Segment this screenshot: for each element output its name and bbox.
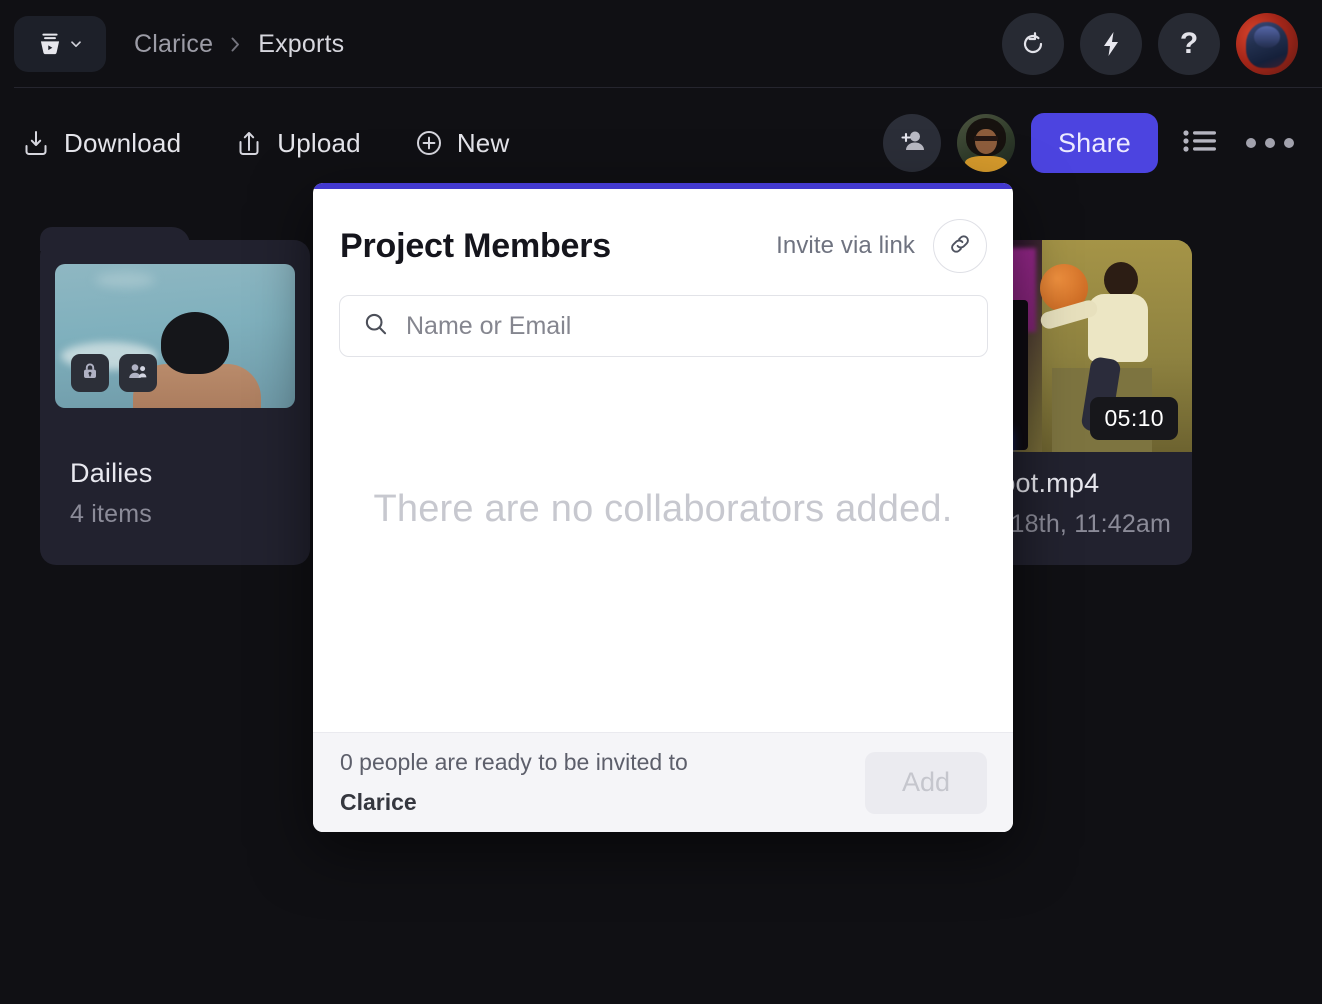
user-avatar[interactable] xyxy=(1236,13,1298,75)
add-person-icon xyxy=(897,126,927,161)
copy-link-button[interactable] xyxy=(933,219,987,273)
breadcrumb-current[interactable]: Exports xyxy=(258,30,344,59)
app-logo-icon xyxy=(37,31,63,57)
add-button[interactable]: Add xyxy=(865,752,987,814)
link-icon xyxy=(947,231,973,262)
action-toolbar: Download Upload New xyxy=(0,88,1322,198)
lock-icon xyxy=(80,361,100,386)
project-members-modal: Project Members Invite via link xyxy=(313,183,1013,832)
toolbar-right-actions: Share xyxy=(883,113,1298,173)
download-button[interactable]: Download xyxy=(22,128,181,159)
download-icon xyxy=(22,129,50,157)
search-box[interactable] xyxy=(339,295,988,357)
avatar-glasses xyxy=(974,136,998,141)
upload-icon xyxy=(235,129,263,157)
video-duration-badge: 05:10 xyxy=(1090,397,1178,440)
quick-actions-button[interactable] xyxy=(1080,13,1142,75)
list-view-icon xyxy=(1182,126,1218,161)
search-input[interactable] xyxy=(406,312,965,341)
more-options-button[interactable] xyxy=(1242,128,1298,158)
member-avatar[interactable] xyxy=(957,114,1015,172)
upload-label: Upload xyxy=(277,128,361,159)
top-bar: Clarice Exports xyxy=(0,0,1322,88)
folder-thumbnail xyxy=(55,264,295,408)
modal-header: Project Members Invite via link xyxy=(313,189,1013,273)
people-icon xyxy=(127,361,149,386)
breadcrumb-separator-icon xyxy=(229,35,242,54)
thumb-subject-head xyxy=(161,312,229,374)
add-person-button[interactable] xyxy=(883,114,941,172)
more-options-icon xyxy=(1265,138,1275,148)
refresh-button[interactable] xyxy=(1002,13,1064,75)
breadcrumb: Clarice Exports xyxy=(134,30,344,59)
avatar-image xyxy=(1246,22,1288,68)
share-button[interactable]: Share xyxy=(1031,113,1158,173)
new-button[interactable]: New xyxy=(415,128,510,159)
app-root: Clarice Exports xyxy=(0,0,1322,1004)
lock-badge[interactable] xyxy=(71,354,109,392)
modal-footer: 0 people are ready to be invited to Clar… xyxy=(313,732,1013,832)
modal-header-actions: Invite via link xyxy=(776,219,987,273)
folder-badges xyxy=(71,354,157,392)
thumb-person-head xyxy=(1104,262,1138,298)
invite-summary: 0 people are ready to be invited to Clar… xyxy=(340,743,688,822)
upload-button[interactable]: Upload xyxy=(235,128,361,159)
member-search xyxy=(313,273,1013,357)
app-menu-button[interactable] xyxy=(14,16,106,72)
help-button[interactable]: ? xyxy=(1158,13,1220,75)
avatar-shirt xyxy=(965,156,1007,172)
folder-subtitle: 4 items xyxy=(70,500,152,529)
invite-summary-project: Clarice xyxy=(340,789,417,815)
download-label: Download xyxy=(64,128,181,159)
invite-via-link-button[interactable]: Invite via link xyxy=(776,232,915,260)
modal-body: There are no collaborators added. xyxy=(313,357,1013,732)
invite-summary-message: 0 people are ready to be invited to xyxy=(340,749,688,775)
refresh-icon xyxy=(1018,29,1048,59)
more-options-icon xyxy=(1284,138,1294,148)
empty-state-message: There are no collaborators added. xyxy=(373,482,952,537)
people-badge[interactable] xyxy=(119,354,157,392)
folder-meta: Dailies 4 items xyxy=(70,458,152,529)
top-bar-actions: ? xyxy=(1002,13,1298,75)
modal-title: Project Members xyxy=(340,227,611,266)
chevron-down-icon xyxy=(69,37,83,51)
list-view-button[interactable] xyxy=(1174,118,1226,169)
question-mark-icon: ? xyxy=(1180,29,1198,59)
lightning-bolt-icon xyxy=(1096,29,1126,59)
plus-circle-icon xyxy=(415,129,443,157)
more-options-icon xyxy=(1246,138,1256,148)
breadcrumb-root[interactable]: Clarice xyxy=(134,30,213,59)
folder-title: Dailies xyxy=(70,458,152,489)
thumb-person-top xyxy=(1088,294,1148,362)
share-label: Share xyxy=(1058,128,1131,159)
folder-card-dailies[interactable]: Dailies 4 items xyxy=(40,240,310,565)
thumb-cloud xyxy=(95,272,155,288)
search-icon xyxy=(362,310,390,343)
avatar-face xyxy=(975,129,997,154)
new-label: New xyxy=(457,128,510,159)
